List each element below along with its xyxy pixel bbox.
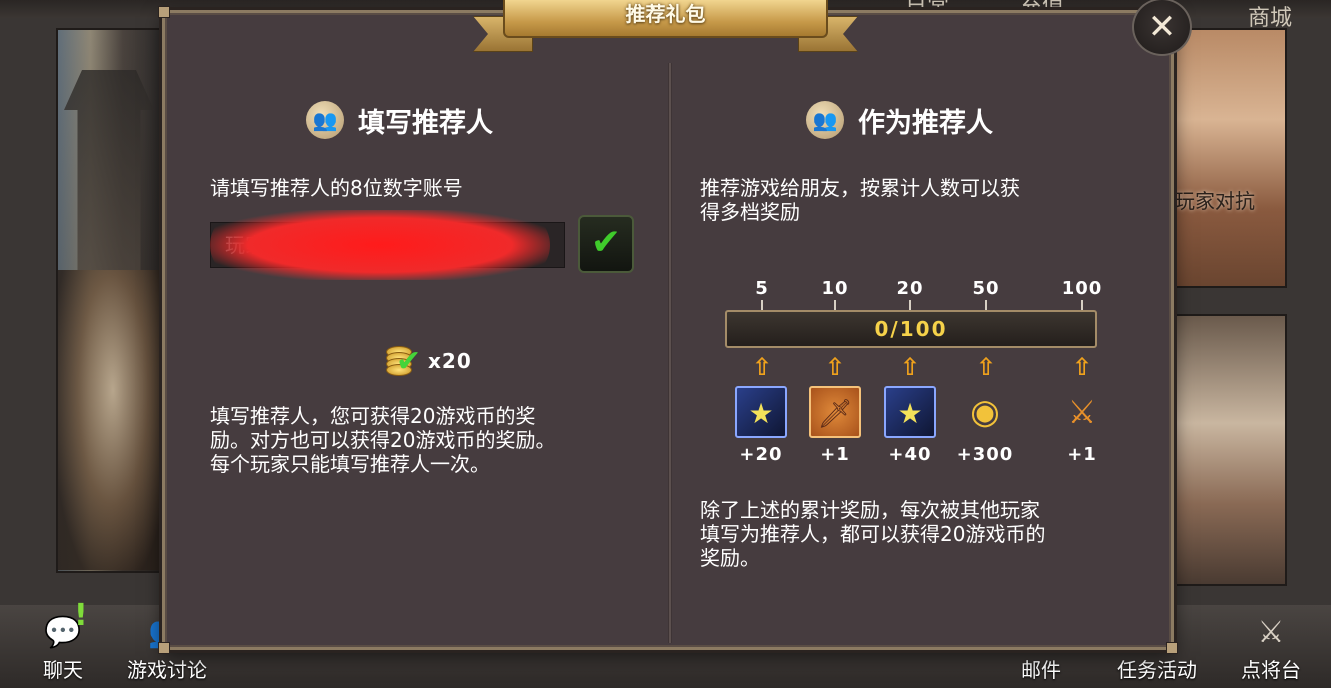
- coin-stack-icon[interactable]: ◉: [959, 386, 1011, 438]
- battle-banner[interactable]: [1169, 314, 1287, 586]
- milestone-threshold: 5: [755, 278, 769, 299]
- arrow-up-icon: ⇧: [824, 353, 846, 381]
- footer-line: 奖励。: [700, 546, 760, 570]
- footer-line: 填写为推荐人，都可以获得20游戏币的: [700, 522, 1046, 546]
- footer-line: 除了上述的累计奖励，每次被其他玩家: [700, 498, 1040, 522]
- frame-corner: [158, 6, 170, 18]
- people-icon: 👥: [806, 101, 844, 139]
- fill-reward-count: x20: [428, 349, 472, 373]
- reward-amount: +1: [1067, 444, 1097, 465]
- weapon-icon[interactable]: 🗡: [809, 386, 861, 438]
- general-icon: ⚔: [1257, 615, 1285, 650]
- intro-line: 推荐游戏给朋友，按累计人数可以获: [700, 176, 1020, 200]
- close-button[interactable]: ✕: [1132, 0, 1192, 56]
- milestone-threshold: 50: [972, 278, 1000, 299]
- fill-reward-description: 填写推荐人，您可获得20游戏币的奖 励。对方也可以获得20游戏币的奖励。 每个玩…: [210, 404, 555, 476]
- referral-progress-bar: 0/100: [725, 310, 1097, 348]
- dialog-title: 推荐礼包: [625, 2, 706, 26]
- fill-referrer-header: 👥 填写推荐人: [306, 98, 493, 142]
- milestone-threshold: 100: [1061, 278, 1103, 299]
- nav-quest-label: 任务活动: [1117, 658, 1197, 682]
- pagoda-art: [64, 70, 154, 270]
- progress-text: 0/100: [874, 317, 948, 341]
- fire-sword-icon[interactable]: ⚔: [1056, 386, 1108, 438]
- panel-divider: [668, 63, 672, 643]
- fill-referrer-title: 填写推荐人: [358, 107, 493, 139]
- nav-chat[interactable]: 💬 聊天: [8, 612, 118, 683]
- frame-corner: [158, 642, 170, 654]
- milestone-threshold: 20: [896, 278, 924, 299]
- pvp-banner-label: 玩家对抗: [1175, 189, 1255, 213]
- close-icon: ✕: [1147, 7, 1177, 47]
- fill-reward: ✔ x20: [384, 342, 472, 380]
- chat-alert-icon: !: [74, 598, 88, 633]
- intro-line: 得多档奖励: [700, 200, 800, 224]
- arrow-up-icon: ⇧: [751, 353, 773, 381]
- coin-check-icon: ✔: [384, 342, 424, 380]
- referrer-intro: 推荐游戏给朋友，按累计人数可以获 得多档奖励: [700, 176, 1020, 224]
- pvp-banner[interactable]: 玩家对抗: [1169, 28, 1287, 288]
- arrow-up-icon: ⇧: [975, 353, 997, 381]
- ribbon-band: 推荐礼包: [503, 0, 828, 38]
- confirm-referrer-button[interactable]: ✔: [578, 215, 634, 273]
- background-hero-art: [56, 28, 168, 573]
- frame-corner: [1166, 642, 1178, 654]
- arrow-up-icon: ⇧: [899, 353, 921, 381]
- reward-amount: +1: [820, 444, 850, 465]
- referrer-instruction: 请填写推荐人的8位数字账号: [210, 176, 463, 200]
- referrer-id-input[interactable]: [211, 223, 564, 267]
- warrior-art: [58, 270, 168, 570]
- reward-amount: +300: [956, 444, 1014, 465]
- title-ribbon: 推荐礼包: [473, 0, 858, 56]
- as-referrer-title: 作为推荐人: [858, 107, 993, 139]
- hero-card-icon[interactable]: ★: [884, 386, 936, 438]
- arrow-up-icon: ⇧: [1071, 353, 1093, 381]
- nav-general-label: 点将台: [1241, 658, 1301, 682]
- description-line: 励。对方也可以获得20游戏币的奖励。: [210, 428, 556, 452]
- nav-mail-label: 邮件: [1021, 658, 1061, 682]
- reward-amount: +40: [888, 444, 932, 465]
- milestone-threshold: 10: [821, 278, 849, 299]
- nav-forum-label: 游戏讨论: [127, 658, 207, 682]
- people-icon: 👥: [306, 101, 344, 139]
- description-line: 每个玩家只能填写推荐人一次。: [210, 452, 490, 476]
- referrer-footer: 除了上述的累计奖励，每次被其他玩家 填写为推荐人，都可以获得20游戏币的 奖励。: [700, 498, 1045, 570]
- description-line: 填写推荐人，您可获得20游戏币的奖: [210, 404, 536, 428]
- nav-chat-label: 聊天: [43, 658, 83, 682]
- referrer-id-field[interactable]: [210, 222, 565, 268]
- checkmark-icon: ✔: [590, 222, 622, 263]
- reward-amount: +20: [739, 444, 783, 465]
- as-referrer-header: 👥 作为推荐人: [806, 98, 993, 142]
- nav-general[interactable]: ⚔ 点将台: [1216, 612, 1326, 683]
- hero-card-icon[interactable]: ★: [735, 386, 787, 438]
